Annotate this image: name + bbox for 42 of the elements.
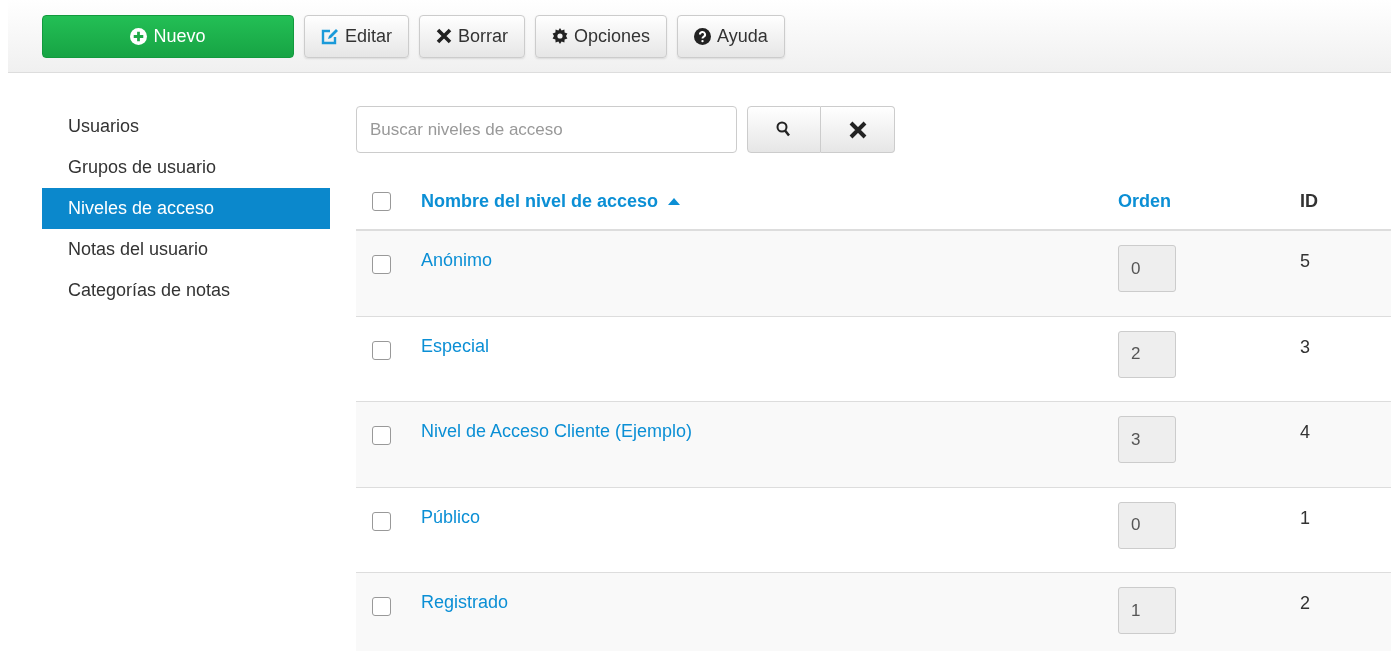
table-cell: 5	[1300, 251, 1310, 271]
table-cell: 3	[1300, 336, 1310, 357]
row-link[interactable]: Anónimo	[421, 250, 493, 270]
gear-icon	[552, 28, 569, 44]
help-icon	[694, 27, 712, 45]
close-icon	[436, 28, 453, 44]
table-cell: 1	[1300, 507, 1310, 528]
toolbar-button[interactable]: Editar	[304, 14, 410, 58]
row-link[interactable]: Especial	[421, 335, 490, 356]
checkbox[interactable]	[372, 340, 391, 360]
row-link[interactable]: Público	[421, 506, 481, 527]
sidebar-item[interactable]: Notas del usuario	[42, 229, 330, 270]
order-field[interactable]: 0	[1118, 245, 1176, 292]
row-link[interactable]: Registrado	[421, 592, 509, 612]
toolbar-button[interactable]: Ayuda	[677, 14, 785, 58]
search-icon	[776, 120, 792, 139]
sidebar-item[interactable]: Niveles de acceso	[42, 188, 330, 229]
order-field[interactable]: 0	[1118, 501, 1176, 549]
column-header[interactable]: Orden	[1118, 187, 1171, 215]
search-field[interactable]: Buscar niveles de acceso	[356, 106, 737, 153]
checkbox[interactable]	[372, 191, 391, 211]
plus-circle-icon	[130, 27, 148, 45]
order-field[interactable]: 1	[1118, 587, 1176, 634]
close-icon	[848, 120, 867, 139]
sidebar-item[interactable]: Grupos de usuario	[42, 147, 330, 188]
checkbox[interactable]	[372, 597, 391, 616]
table-cell: 4	[1300, 422, 1310, 442]
sidebar-item[interactable]: Usuarios	[42, 106, 330, 147]
column-header[interactable]: Nombre del nivel de acceso	[421, 187, 659, 215]
toolbar-button[interactable]: Opciones	[535, 14, 668, 58]
column-header[interactable]: ID	[1300, 187, 1318, 215]
edit-icon	[321, 27, 339, 45]
toolbar-button[interactable]: Borrar	[419, 14, 526, 58]
order-field[interactable]: 2	[1118, 330, 1176, 378]
order-field[interactable]: 3	[1118, 416, 1176, 463]
checkbox[interactable]	[372, 426, 391, 445]
row-link[interactable]: Nivel de Acceso Cliente (Ejemplo)	[421, 421, 693, 441]
table-cell: 2	[1300, 593, 1310, 613]
checkbox[interactable]	[372, 255, 391, 274]
clear-button[interactable]	[821, 106, 895, 153]
checkbox[interactable]	[372, 511, 391, 531]
sidebar-item[interactable]: Categorías de notas	[42, 270, 330, 311]
